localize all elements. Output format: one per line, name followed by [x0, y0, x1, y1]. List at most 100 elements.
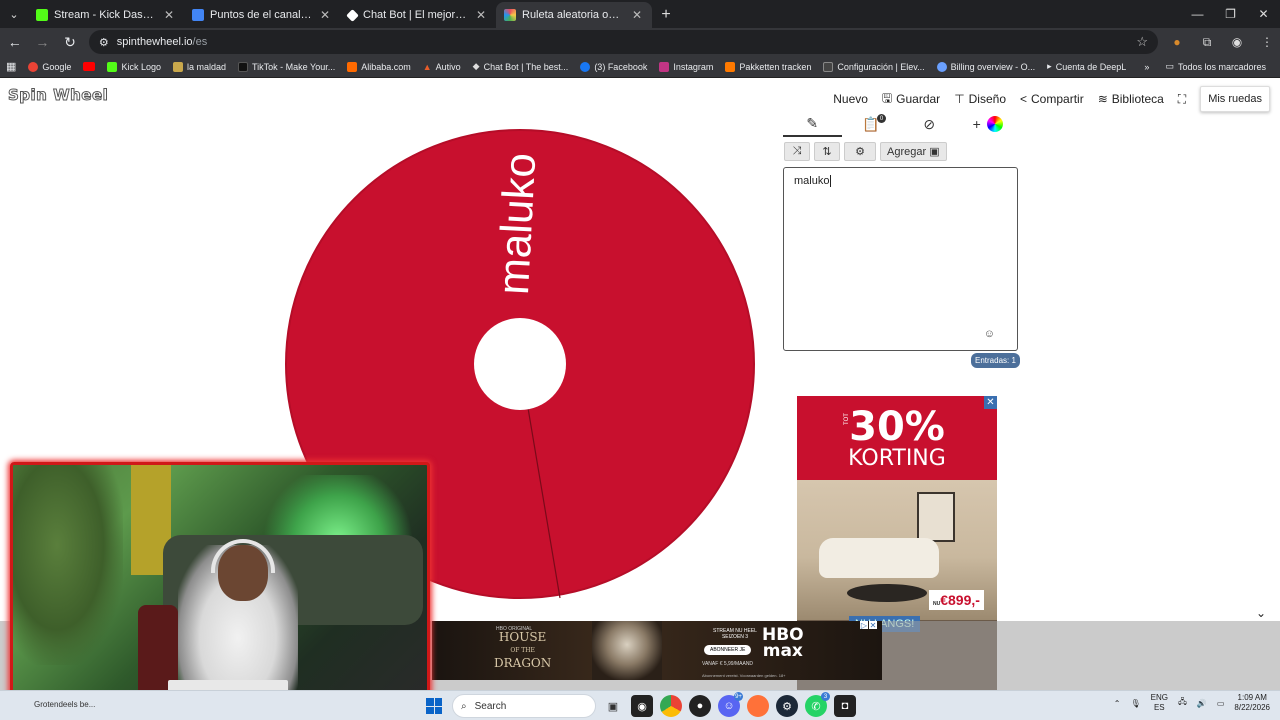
bookmark-configuracion[interactable]: Configuración | Elev...	[817, 61, 930, 72]
abonneer-button[interactable]: ABONNEER JE	[704, 645, 752, 655]
sort-icon: ⇅	[822, 146, 832, 158]
nuevo-button[interactable]: Nuevo	[833, 92, 868, 106]
tab-close-icon[interactable]: ✕	[474, 8, 488, 22]
site-logo[interactable]: Spin Wheel	[7, 86, 108, 105]
tab-close-icon[interactable]: ✕	[318, 8, 332, 22]
firefox-icon[interactable]	[747, 695, 769, 717]
tab-search-menu[interactable]: ⌄	[0, 0, 28, 28]
tab-close-icon[interactable]: ✕	[162, 8, 176, 22]
ad-close-x-icon[interactable]: ✕	[869, 621, 877, 630]
bookmark-tiktok[interactable]: TikTok - Make Your...	[232, 61, 341, 72]
windows-start-icon[interactable]	[426, 698, 442, 714]
tab-chat-bot[interactable]: Chat Bot | El mejor software pa ✕	[340, 2, 496, 28]
task-view-icon[interactable]: ▣	[602, 695, 624, 717]
taskbar-clock[interactable]: 1:09 AM 8/22/2026	[1234, 693, 1270, 713]
all-bookmarks-folder[interactable]: ▭ Todos los marcadores	[1159, 61, 1272, 72]
bookmark-google[interactable]: Google	[22, 61, 77, 72]
deepl-icon: ▸	[1047, 61, 1052, 71]
alibaba-icon	[347, 61, 358, 72]
tab-colors[interactable]: +	[959, 111, 1018, 137]
tab-google-docs[interactable]: Puntos de el canal. - Document ✕	[184, 2, 340, 28]
wall-art	[917, 492, 955, 542]
biblioteca-button[interactable]: ≋ Biblioteca	[1098, 92, 1164, 106]
hbo-max-ad[interactable]: HBO ORIGINAL HOUSE OF THE DRAGON STREAM …	[432, 621, 882, 680]
tab-edit-entries[interactable]: ✎	[783, 111, 842, 137]
ad-close-icon[interactable]: ✕	[984, 396, 997, 409]
chevron-down-icon[interactable]: ⌄	[1256, 606, 1266, 620]
diseno-button[interactable]: ⊤ Diseño	[954, 92, 1006, 106]
bookmark-label: Alibaba.com	[361, 61, 411, 72]
tray-overflow-icon[interactable]: ⌃	[1114, 699, 1121, 708]
bookmark-youtube[interactable]	[77, 62, 101, 71]
hbo-logo-line2: max	[762, 641, 803, 661]
add-image-button[interactable]: Agregar ▣	[880, 142, 947, 161]
bookmark-autivo[interactable]: ▲ Autivo	[417, 62, 467, 72]
adchoices-icon[interactable]: ▷	[860, 621, 868, 630]
taskbar-search[interactable]: ⌕ Search	[452, 694, 596, 718]
whatsapp-icon[interactable]: ✆ 3	[805, 692, 830, 717]
bookmarks-overflow-icon[interactable]: »	[1144, 62, 1149, 72]
pencil-icon: ✎	[806, 114, 819, 131]
volume-icon[interactable]: 🔊	[1197, 699, 1207, 708]
close-window-icon[interactable]: ✕	[1247, 0, 1280, 28]
clock-date: 8/22/2026	[1234, 703, 1270, 712]
hbo-max-logo: HBO max	[762, 627, 804, 661]
wheel-center-hole[interactable]	[474, 318, 566, 410]
site-info-icon[interactable]: ⚙	[99, 36, 109, 49]
tab-hidden[interactable]: ⊘	[900, 111, 959, 137]
emoji-icon[interactable]: ☺	[984, 328, 995, 340]
restore-icon[interactable]: ❐	[1214, 0, 1247, 28]
bookmark-label: Chat Bot | The best...	[483, 61, 569, 72]
browser-menu-icon[interactable]: ⋮	[1254, 30, 1280, 54]
bookmark-la-maldad[interactable]: la maldad	[167, 61, 232, 72]
minimize-icon[interactable]: —	[1181, 0, 1214, 28]
weather-status[interactable]: Grotendeels be...	[34, 700, 95, 709]
obs-icon[interactable]: ●	[689, 695, 711, 717]
microphone-icon[interactable]: 🎙	[1130, 699, 1140, 708]
fullscreen-button[interactable]: ⛶	[1178, 92, 1186, 107]
address-bar[interactable]: ⚙ spinthewheel.io/es ☆	[88, 30, 1158, 54]
new-tab-button[interactable]: +	[652, 2, 680, 28]
steam-icon[interactable]: ⚙	[776, 695, 798, 717]
settings-button[interactable]: ⚙	[844, 142, 876, 161]
discord-icon[interactable]: ☺ 9+	[718, 692, 743, 717]
profile-avatar-icon[interactable]: ◉	[1224, 30, 1250, 54]
adchoices[interactable]: ▷ ✕	[860, 621, 877, 630]
bookmark-pakketten[interactable]: Pakketten tracken	[719, 61, 817, 72]
camera-app-icon[interactable]: ◉	[631, 695, 653, 717]
forward-icon[interactable]: →	[30, 29, 56, 55]
back-icon[interactable]: ←	[2, 29, 28, 55]
tab-results[interactable]: 📋 0	[842, 111, 901, 137]
shuffle-button[interactable]: ⤨	[784, 142, 810, 161]
compartir-button[interactable]: < Compartir	[1020, 92, 1084, 106]
tab-kick-dashboard[interactable]: Stream - Kick Dashboard ✕	[28, 2, 184, 28]
extension-icon-orange[interactable]: ●	[1164, 30, 1190, 54]
facebook-icon	[580, 61, 591, 72]
battery-icon[interactable]: ▭	[1217, 699, 1225, 708]
app-square-icon[interactable]: ◘	[834, 695, 856, 717]
shuffle-icon: ⤨	[792, 145, 802, 157]
bookmark-alibaba[interactable]: Alibaba.com	[341, 61, 417, 72]
bookmark-billing[interactable]: Billing overview - O...	[931, 61, 1042, 72]
entries-textarea[interactable]: maluko ☺	[783, 167, 1018, 351]
reload-icon[interactable]: ↻	[57, 29, 83, 55]
network-icon[interactable]: 🖧	[1178, 696, 1187, 710]
sort-button[interactable]: ⇅	[814, 142, 840, 161]
guardar-button[interactable]: 🖫 Guardar	[882, 89, 940, 110]
tab-title: Stream - Kick Dashboard	[54, 9, 156, 21]
chrome-icon[interactable]	[660, 695, 682, 717]
bookmark-label: Pakketten tracken	[739, 61, 812, 72]
tab-close-icon[interactable]: ✕	[630, 8, 644, 22]
language-indicator[interactable]: ENG ES	[1151, 693, 1168, 713]
apps-grid-icon[interactable]: ▦	[6, 60, 16, 73]
extensions-puzzle-icon[interactable]: ⧉	[1194, 30, 1220, 54]
tab-title: Ruleta aleatoria online – ruleta	[522, 9, 624, 21]
bookmark-deepl[interactable]: ▸ Cuenta de DeepL	[1041, 61, 1132, 72]
bookmark-star-icon[interactable]: ☆	[1136, 34, 1148, 50]
bookmark-instagram[interactable]: Instagram	[653, 61, 719, 72]
bookmark-chat-bot[interactable]: ◆ Chat Bot | The best...	[467, 61, 575, 72]
bookmark-kick-logo[interactable]: Kick Logo	[101, 61, 167, 72]
bookmark-facebook[interactable]: (3) Facebook	[574, 61, 653, 72]
mis-ruedas-button[interactable]: Mis ruedas	[1200, 86, 1270, 112]
tab-ruleta[interactable]: Ruleta aleatoria online – ruleta ✕	[496, 2, 652, 28]
